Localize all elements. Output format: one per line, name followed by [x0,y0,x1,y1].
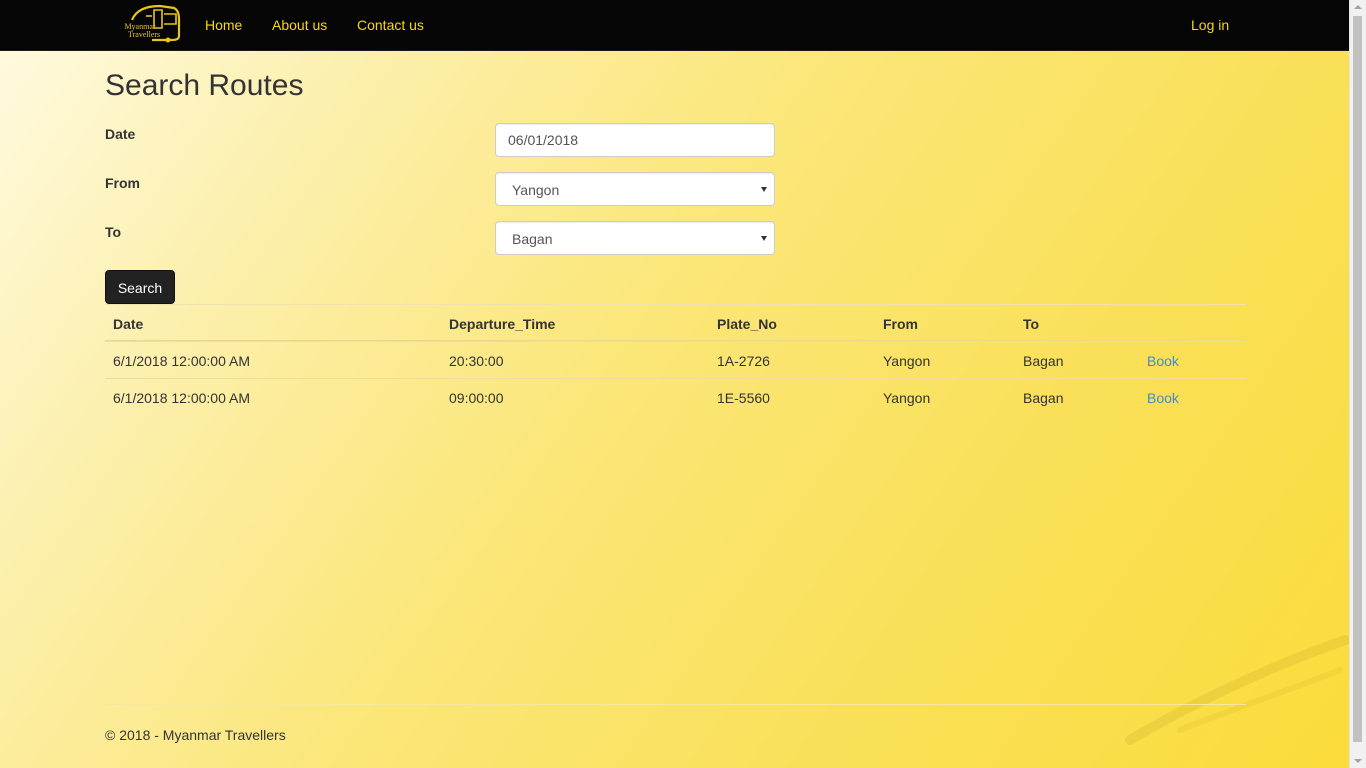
cell-departure-time: 20:30:00 [449,353,504,369]
date-label: Date [105,126,136,142]
from-label: From [105,175,140,191]
column-header-date: Date [113,316,144,332]
column-header-from: From [883,316,918,332]
navbar: Myanmar Travellers Home About us Contact… [0,0,1349,51]
from-select-value: Yangon [512,182,560,198]
brand-text: Myanmar Travellers [120,23,160,39]
cell-from: Yangon [883,353,931,369]
cell-plate-no: 1A-2726 [717,353,770,369]
to-select[interactable]: Bagan [495,221,775,255]
scroll-down-arrow-icon[interactable] [1354,759,1362,763]
page-title: Search Routes [105,69,304,102]
nav-link-contact-us[interactable]: Contact us [357,17,424,33]
cell-date: 6/1/2018 12:00:00 AM [113,353,250,369]
footer-divider [105,704,1246,705]
chevron-down-icon [761,236,767,241]
brand-line-2: Travellers [128,30,161,39]
cell-departure-time: 09:00:00 [449,390,504,406]
search-button[interactable]: Search [105,270,175,304]
column-header-departure-time: Departure_Time [449,316,556,332]
footer-copyright: © 2018 - Myanmar Travellers [105,727,286,743]
nav-link-about-us[interactable]: About us [272,17,327,33]
cell-plate-no: 1E-5560 [717,390,770,406]
cell-to: Bagan [1023,353,1064,369]
from-select[interactable]: Yangon [495,172,775,206]
results-table: Date Departure_Time Plate_No From To 6/1… [105,304,1246,415]
table-row: 6/1/2018 12:00:00 AM 20:30:00 1A-2726 Ya… [105,341,1246,378]
date-input-value: 06/01/2018 [508,132,579,148]
cell-date: 6/1/2018 12:00:00 AM [113,390,250,406]
to-label: To [105,224,122,240]
book-link[interactable]: Book [1147,353,1179,369]
book-link[interactable]: Book [1147,390,1179,406]
table-header-row: Date Departure_Time Plate_No From To [105,304,1246,341]
column-header-plate-no: Plate_No [717,316,777,332]
vertical-scrollbar[interactable] [1349,0,1366,768]
scrollbar-thumb[interactable] [1353,16,1362,742]
login-link[interactable]: Log in [1191,17,1229,33]
date-input[interactable]: 06/01/2018 [495,123,775,157]
nav-link-home[interactable]: Home [205,17,242,33]
column-header-to: To [1023,316,1040,332]
cell-from: Yangon [883,390,931,406]
brand-logo[interactable]: Myanmar Travellers [116,4,182,44]
chevron-down-icon [761,187,767,192]
table-row: 6/1/2018 12:00:00 AM 09:00:00 1E-5560 Ya… [105,378,1246,415]
background-streak [1125,635,1350,745]
to-select-value: Bagan [512,231,553,247]
scroll-up-arrow-icon[interactable] [1354,5,1362,9]
cell-to: Bagan [1023,390,1064,406]
